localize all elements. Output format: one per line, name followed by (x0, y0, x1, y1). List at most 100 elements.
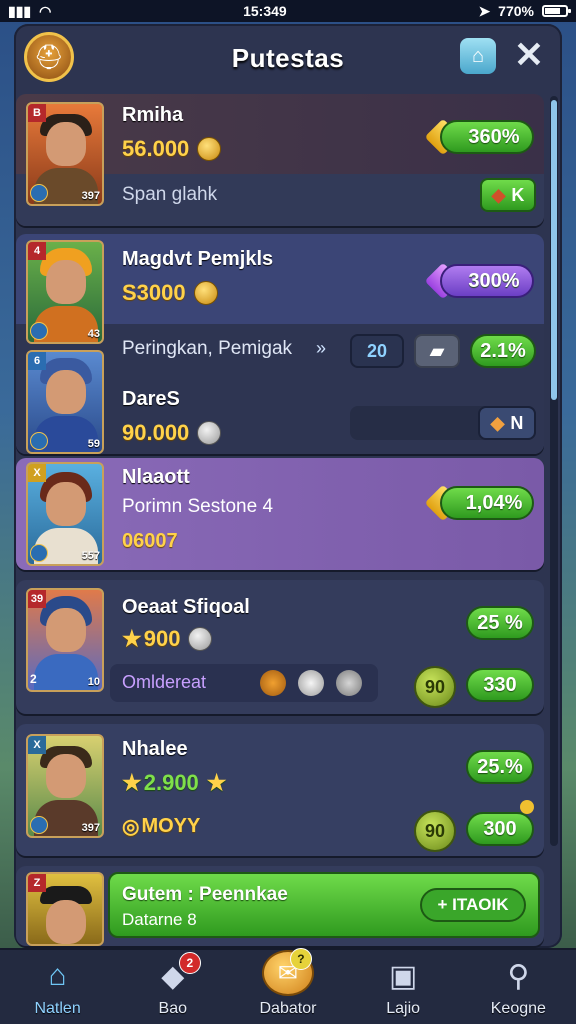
status-right: ➤ 770% (478, 3, 571, 20)
nav-item-dabator[interactable]: ✉ ? Dabator (238, 948, 338, 1018)
nav-label: Dabator (259, 1000, 317, 1017)
action-label: N (510, 412, 524, 433)
promo-banner[interactable]: Gutem : Peennkae Datarne 8 + ITAOIK (108, 872, 540, 938)
burger-icon[interactable] (260, 670, 286, 696)
player-name: Rmiha (122, 104, 184, 126)
level-label: 10 (87, 676, 100, 688)
player-name: Oeaat Sfiqoal (122, 596, 250, 618)
list-item[interactable]: Z Gutem : Peennkae Datarne 8 + ITAOIK (16, 866, 544, 946)
amount-value: 900 (143, 626, 181, 651)
coin-ring-icon: ◎ (122, 816, 140, 838)
list-item[interactable]: 39 2 10 Oeaat Sfiqoal ★ 900 25 % Omldere… (16, 580, 544, 714)
action-button[interactable]: ◆ K (480, 178, 536, 212)
player-name: Nlaaott (122, 466, 190, 488)
bag-icon: ▣ (388, 959, 418, 993)
level-label: 557 (81, 550, 100, 562)
scrollbar[interactable] (550, 96, 558, 846)
round-button[interactable]: 90 (414, 810, 456, 852)
home-button[interactable]: ⌂ (460, 38, 496, 74)
coin-amount: ★ 2.900 ★ (122, 770, 227, 796)
list-item[interactable]: B 397 Rmiha 56.000 Span glahk 360% ◆ K (16, 94, 544, 226)
avatar: X 397 (26, 734, 104, 838)
rank-icon (30, 432, 48, 450)
nav-label: Keogne (490, 1000, 546, 1017)
percent-badge[interactable]: 360% (440, 120, 534, 154)
amount-value: S3000 (122, 280, 186, 305)
level-label: 397 (81, 822, 100, 834)
counter-box[interactable]: 20 (350, 334, 404, 368)
gift-icon[interactable] (298, 670, 324, 696)
amount-value: 06007 (122, 530, 178, 552)
page-title: Putestas (231, 42, 345, 73)
round-button[interactable]: 90 (414, 666, 456, 708)
promo-title: Gutem : Peennkae (122, 884, 288, 905)
rank-icon (30, 184, 48, 202)
level-label: 43 (87, 328, 100, 340)
level-label: 59 (87, 438, 100, 450)
rank-badge: 4 (28, 242, 46, 260)
grey-action[interactable]: ▰ (414, 334, 460, 368)
percent-badge[interactable]: 1,04% (440, 486, 534, 520)
close-button[interactable]: ✕ (510, 34, 548, 75)
value-button[interactable]: 330 (466, 668, 534, 702)
scroll-thumb[interactable] (551, 100, 557, 400)
list-item[interactable]: X 557 Nlaaott Porimn Sestone 4 06007 1,0… (16, 458, 544, 570)
coin-amount: S3000 (122, 280, 218, 306)
promo-subtitle: Datarne 8 (122, 910, 197, 929)
rank-icon (30, 322, 48, 340)
avatar: Z (26, 872, 104, 946)
nav-item-bao[interactable]: ◆ 2 Bao (123, 950, 223, 1018)
nav-label: Lajio (386, 1000, 421, 1017)
promo-button[interactable]: + ITAOIK (420, 888, 526, 922)
avatar: X 557 (26, 462, 104, 566)
nav-item-lajio[interactable]: ▣ Lajio (353, 950, 453, 1018)
tool-icon[interactable] (336, 670, 362, 696)
coin-icon (193, 281, 218, 305)
coin-amount: 56.000 (122, 136, 222, 162)
avatar: 4 43 (26, 240, 104, 344)
percent-badge[interactable]: 25 % (466, 606, 534, 640)
secondary-amount: ◎ MOYY (122, 814, 200, 839)
nav-label: Bao (158, 1000, 188, 1017)
coin-icon (197, 137, 222, 161)
value-button[interactable]: 300 (466, 812, 534, 846)
helmet-icon: ⛑ (33, 43, 65, 71)
subtitle: Omldereat (122, 672, 207, 692)
search-icon: ⚲ (507, 959, 530, 993)
wifi-icon: ◠ (39, 2, 52, 19)
profile-avatar[interactable]: ⛑ (24, 32, 74, 82)
star-icon: ★ (122, 770, 142, 795)
notification-badge: ? (289, 948, 312, 970)
star-icon: ★ (122, 626, 142, 651)
rank-badge: 6 (28, 352, 46, 370)
percent-badge[interactable]: 2.1% (470, 334, 536, 368)
house-icon: ⌂ (471, 44, 485, 67)
action-button[interactable]: ◆ N (478, 406, 536, 440)
percent-badge[interactable]: 300% (440, 264, 534, 298)
rank-icon (30, 544, 48, 562)
coin-amount: 06007 (122, 530, 178, 553)
amount-value: 2.900 (143, 770, 199, 795)
nav-label: Natlen (34, 1000, 81, 1017)
coin-amount: ★ 900 (122, 626, 213, 652)
battery-icon (541, 5, 571, 17)
percent-badge[interactable]: 25.% (466, 750, 534, 784)
chevron-right-icon[interactable]: » (316, 338, 326, 359)
player-name: Nhalee (122, 738, 188, 760)
rank-icon (30, 816, 48, 834)
avatar: 6 59 (26, 350, 104, 454)
chat-icon: ▰ (430, 340, 444, 361)
amount-value: 56.000 (122, 136, 190, 161)
nav-item-home[interactable]: ⌂ Natlen (8, 950, 108, 1018)
nav-item-keogne[interactable]: ⚲ Keogne (468, 950, 568, 1018)
player-name: DareS (122, 388, 180, 410)
secondary-value: MOYY (141, 815, 201, 837)
level-label: 397 (81, 190, 100, 202)
star-icon: ★ (206, 770, 227, 795)
status-time: 15:349 (243, 3, 287, 19)
rank-badge: B (28, 104, 46, 122)
list-item[interactable]: 4 43 Magdvt Pemjkls S3000 300% 6 59 Peri… (16, 234, 544, 454)
home-icon: ⌂ (48, 959, 67, 992)
list-item[interactable]: X 397 Nhalee ★ 2.900 ★ ◎ MOYY 25.% 90 30… (16, 724, 544, 856)
header: ⛑ Putestas ⌂ ✕ (14, 26, 562, 90)
